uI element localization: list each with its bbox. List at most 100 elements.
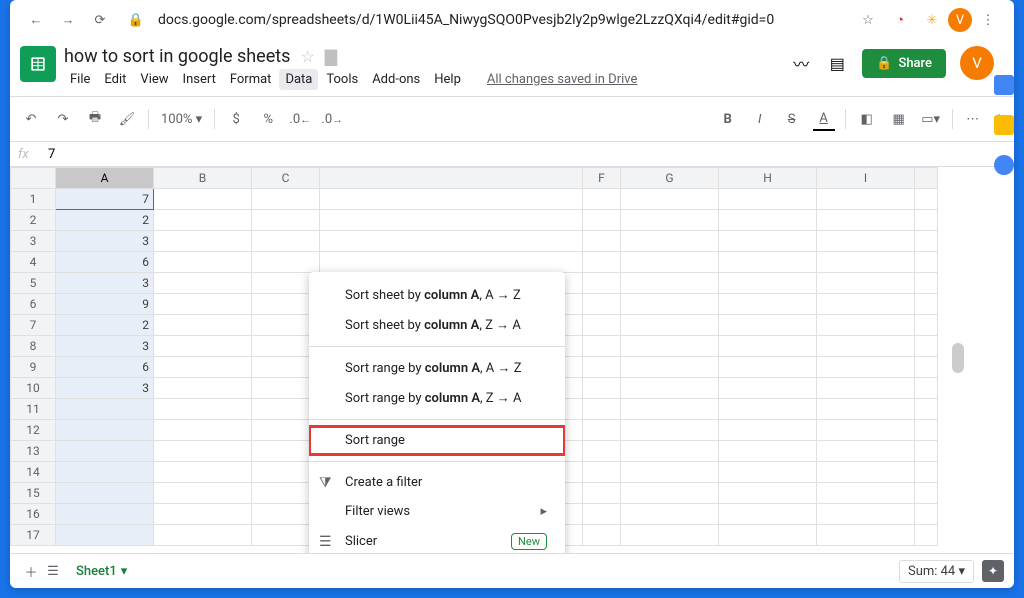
cell[interactable] [583, 399, 621, 420]
menu-format[interactable]: Format [224, 69, 278, 90]
cell[interactable] [56, 441, 154, 462]
cell[interactable] [915, 483, 938, 504]
cell[interactable] [915, 336, 938, 357]
cell[interactable] [621, 462, 719, 483]
cell[interactable] [915, 273, 938, 294]
menu-sort-range-za[interactable]: Sort range by column A, Z → A [309, 383, 565, 413]
cell[interactable]: 6 [56, 252, 154, 273]
forward-icon[interactable]: → [58, 10, 78, 30]
paint-format-icon[interactable]: 🖌 [116, 108, 138, 130]
row-header[interactable]: 3 [11, 231, 56, 252]
menu-file[interactable]: File [64, 69, 96, 90]
row-header[interactable]: 13 [11, 441, 56, 462]
cell[interactable] [915, 252, 938, 273]
cell[interactable] [154, 273, 252, 294]
fx-value[interactable]: 7 [48, 147, 55, 162]
cell[interactable] [320, 189, 583, 210]
back-icon[interactable]: ← [26, 10, 46, 30]
cell[interactable] [817, 399, 915, 420]
cell[interactable]: 2 [56, 315, 154, 336]
menu-data[interactable]: Data [279, 69, 318, 90]
more-toolbar-icon[interactable]: ⋯ [963, 108, 985, 130]
cell[interactable] [719, 252, 817, 273]
cell[interactable]: 7 [56, 189, 154, 210]
cell[interactable] [621, 189, 719, 210]
sheet-tab-1[interactable]: Sheet1 ▾ [64, 558, 139, 585]
cell[interactable] [583, 357, 621, 378]
menu-tools[interactable]: Tools [320, 69, 364, 90]
keep-panel-icon[interactable] [994, 115, 1014, 135]
cell[interactable] [154, 357, 252, 378]
row-header[interactable]: 17 [11, 525, 56, 546]
quicksum-dropdown[interactable]: Sum: 44 ▾ [899, 560, 974, 583]
cell[interactable] [817, 483, 915, 504]
col-header-F[interactable]: F [583, 168, 621, 189]
cell[interactable] [583, 252, 621, 273]
cell[interactable] [154, 315, 252, 336]
cell[interactable] [154, 294, 252, 315]
menu-slicer[interactable]: ☰ Slicer New [309, 526, 565, 553]
strike-icon[interactable]: S [781, 108, 803, 130]
ext-icon-2[interactable]: ✳ [922, 10, 942, 30]
doc-title[interactable]: how to sort in google sheets [64, 46, 290, 67]
cell[interactable] [719, 294, 817, 315]
cell[interactable] [252, 231, 320, 252]
cell[interactable] [915, 441, 938, 462]
cell[interactable] [915, 357, 938, 378]
cell[interactable] [583, 525, 621, 546]
cell[interactable] [154, 252, 252, 273]
row-header[interactable]: 5 [11, 273, 56, 294]
cell[interactable] [817, 462, 915, 483]
zoom-dropdown[interactable]: 100% ▾ [159, 110, 204, 129]
cell[interactable] [154, 462, 252, 483]
cell[interactable] [719, 399, 817, 420]
cell[interactable] [154, 336, 252, 357]
star-icon[interactable]: ☆ [858, 10, 878, 30]
bold-icon[interactable]: B [717, 108, 739, 130]
col-header-B[interactable]: B [154, 168, 252, 189]
cell[interactable] [621, 483, 719, 504]
italic-icon[interactable]: I [749, 108, 771, 130]
col-header-A[interactable]: A [56, 168, 154, 189]
address-bar[interactable]: 🔒 docs.google.com/spreadsheets/d/1W0Lii4… [116, 6, 852, 34]
cell[interactable] [252, 210, 320, 231]
reload-icon[interactable]: ⟳ [90, 10, 110, 30]
cell[interactable] [583, 462, 621, 483]
cell[interactable] [817, 525, 915, 546]
cell[interactable] [320, 252, 583, 273]
cell[interactable] [583, 420, 621, 441]
merge-icon[interactable]: ▭▾ [920, 108, 942, 130]
cell[interactable]: 3 [56, 231, 154, 252]
cell[interactable] [621, 231, 719, 252]
row-header[interactable]: 8 [11, 336, 56, 357]
cell[interactable] [719, 273, 817, 294]
cell[interactable] [154, 441, 252, 462]
menu-edit[interactable]: Edit [98, 69, 132, 90]
cell[interactable] [817, 504, 915, 525]
currency-icon[interactable]: $ [225, 108, 247, 130]
cell[interactable] [154, 210, 252, 231]
row-header[interactable]: 4 [11, 252, 56, 273]
menu-view[interactable]: View [134, 69, 174, 90]
cell[interactable] [719, 420, 817, 441]
row-header[interactable]: 6 [11, 294, 56, 315]
row-header[interactable]: 1 [11, 189, 56, 210]
cell[interactable] [817, 441, 915, 462]
row-header[interactable]: 16 [11, 504, 56, 525]
cell[interactable]: 3 [56, 378, 154, 399]
cell[interactable] [583, 273, 621, 294]
row-header[interactable]: 12 [11, 420, 56, 441]
cell[interactable] [154, 399, 252, 420]
cell[interactable] [719, 231, 817, 252]
cell[interactable] [583, 441, 621, 462]
cell[interactable] [621, 441, 719, 462]
cell[interactable] [320, 231, 583, 252]
cell[interactable] [621, 315, 719, 336]
col-header-H[interactable]: H [719, 168, 817, 189]
cell[interactable] [154, 504, 252, 525]
cell[interactable] [817, 210, 915, 231]
star-doc-icon[interactable]: ☆ [300, 47, 314, 66]
cell[interactable] [583, 231, 621, 252]
cell[interactable] [621, 399, 719, 420]
menu-sort-range[interactable]: Sort range [309, 426, 565, 455]
